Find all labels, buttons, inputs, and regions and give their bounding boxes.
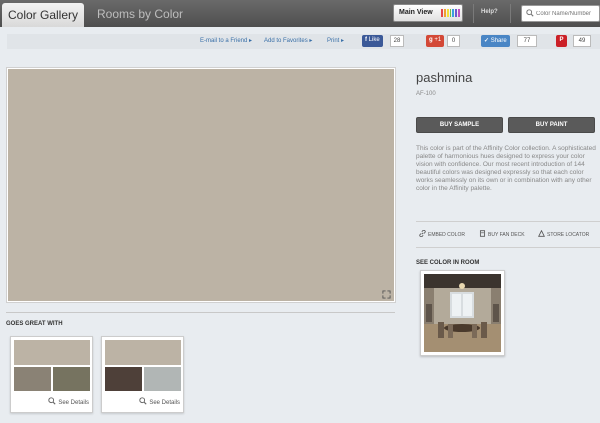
store-icon — [538, 229, 545, 237]
main-view-button[interactable]: Main View — [393, 4, 463, 22]
see-details-link[interactable]: See Details — [48, 397, 89, 406]
divider — [473, 4, 474, 23]
search-box[interactable] — [521, 5, 600, 22]
combo-swatch-left — [105, 367, 142, 391]
share-button[interactable]: ✓ Share — [481, 35, 510, 47]
pinterest-button[interactable]: P — [556, 35, 567, 47]
link-icon — [419, 229, 426, 238]
fan-deck-icon — [479, 230, 486, 237]
buy-sample-button[interactable]: BUY SAMPLE — [416, 117, 503, 133]
share-count: 77 — [517, 35, 537, 47]
help-link[interactable]: Help? — [481, 9, 498, 15]
share-icon: ✓ — [484, 38, 490, 44]
magnifier-icon — [48, 397, 56, 405]
divider — [6, 312, 395, 313]
see-color-in-room-title: SEE COLOR IN ROOM — [416, 260, 480, 266]
color-description: This color is part of the Affinity Color… — [416, 145, 596, 193]
magnifier-icon — [139, 397, 147, 405]
google-plus-icon: g — [429, 37, 433, 43]
email-friend-link[interactable]: E-mail to a Friend ▸ — [200, 37, 252, 44]
divider — [510, 4, 511, 23]
room-photo — [424, 274, 501, 352]
see-details-link[interactable]: See Details — [139, 397, 180, 406]
print-link[interactable]: Print ▸ — [327, 37, 344, 44]
like-count: 28 — [390, 35, 404, 47]
gplus-button[interactable]: g +1 — [426, 35, 445, 47]
tab-rooms-by-color[interactable]: Rooms by Color — [97, 7, 183, 21]
top-navigation-bar: Color Gallery Rooms by Color Main View H… — [0, 0, 600, 27]
facebook-like-button[interactable]: f Like — [362, 35, 383, 47]
tab-color-gallery[interactable]: Color Gallery — [2, 3, 84, 27]
main-view-label: Main View — [399, 9, 433, 16]
add-favorites-link[interactable]: Add to Favorites ▸ — [264, 37, 312, 44]
embed-color-link[interactable]: EMBED COLOR — [419, 229, 465, 238]
color-swatch — [8, 69, 394, 301]
goes-great-with-title: GOES GREAT WITH — [6, 321, 63, 327]
gplus-count: 0 — [447, 35, 460, 47]
store-locator-link[interactable]: STORE LOCATOR — [538, 229, 589, 238]
divider — [416, 247, 600, 248]
color-combo-card[interactable]: See Details — [101, 336, 184, 413]
expand-icon[interactable] — [382, 290, 391, 299]
combo-swatch-right — [53, 367, 90, 391]
combo-swatch-right — [144, 367, 181, 391]
combo-swatch-primary — [14, 340, 90, 365]
color-bars-icon — [441, 9, 461, 17]
facebook-icon: f — [365, 37, 367, 43]
pin-count: 49 — [573, 35, 591, 47]
search-input[interactable] — [536, 8, 600, 20]
buy-fan-deck-link[interactable]: BUY FAN DECK — [479, 230, 525, 238]
combo-swatch-primary — [105, 340, 181, 365]
buy-paint-button[interactable]: BUY PAINT — [508, 117, 595, 133]
divider — [416, 221, 600, 222]
room-thumbnail[interactable] — [420, 270, 505, 356]
color-swatch-frame — [6, 67, 396, 303]
pinterest-icon: P — [559, 37, 564, 43]
color-code: AF-100 — [416, 91, 436, 97]
combo-swatch-left — [14, 367, 51, 391]
search-icon — [526, 9, 534, 17]
color-combo-card[interactable]: See Details — [10, 336, 93, 413]
color-name: pashmina — [416, 70, 473, 85]
share-bar: E-mail to a Friend ▸ Add to Favorites ▸ … — [7, 34, 600, 49]
